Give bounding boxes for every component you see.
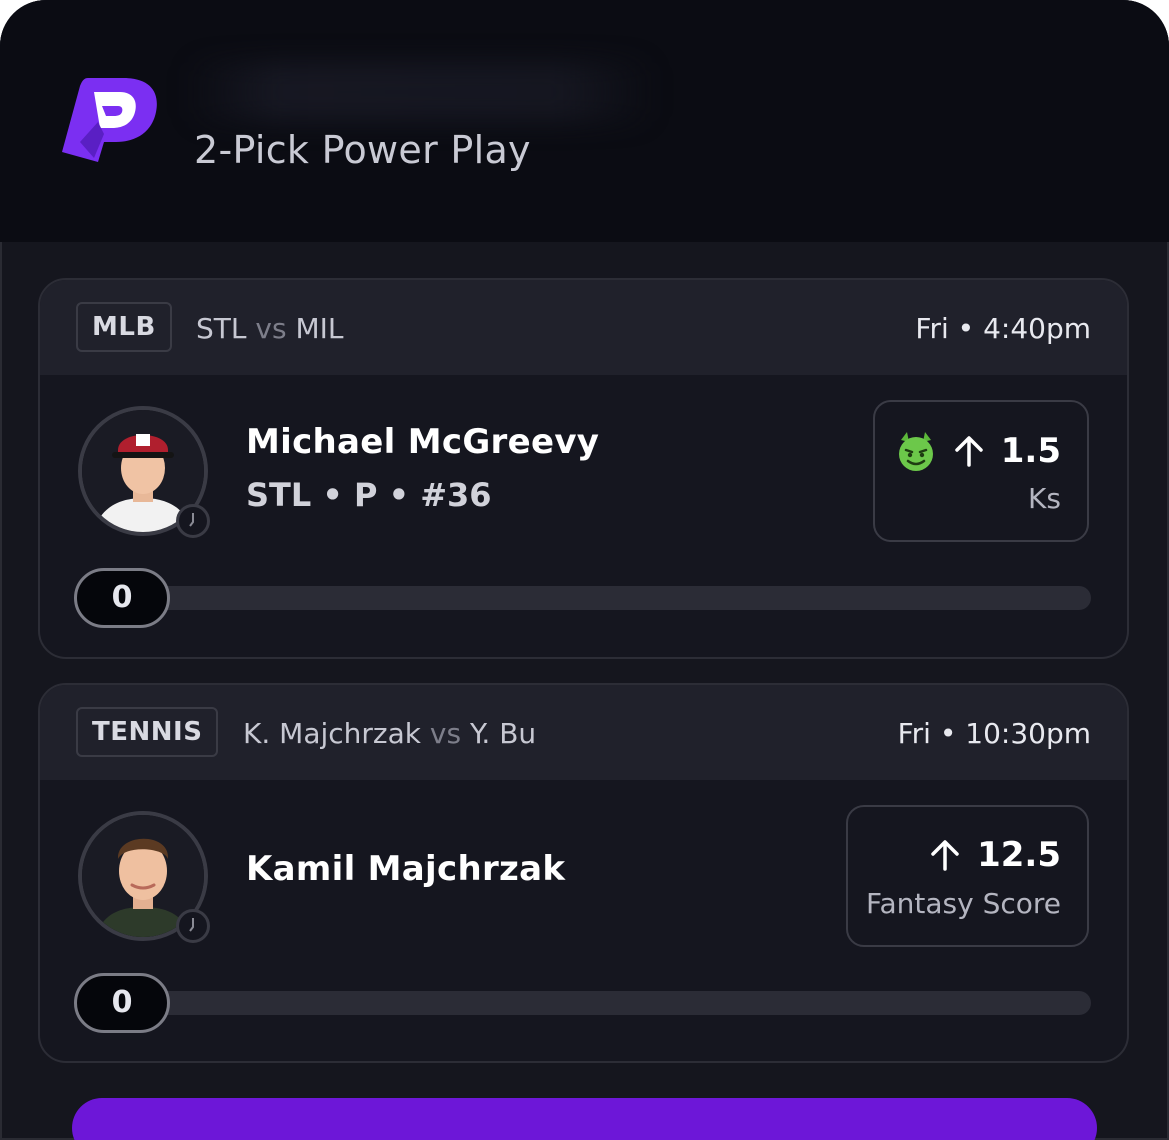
clock-icon <box>176 504 210 538</box>
game-time: Fri • 10:30pm <box>897 717 1091 750</box>
matchup: K. Majchrzak vs Y. Bu <box>243 717 536 750</box>
pick-card-header: MLB STL vs MIL Fri • 4:40pm <box>40 280 1127 375</box>
progress-track <box>76 586 1091 610</box>
stat-type: Ks <box>1028 482 1061 515</box>
vs-label: vs <box>429 717 462 750</box>
progress-track <box>76 991 1091 1015</box>
player-name: Michael McGreevy <box>246 422 600 462</box>
pick-card-mlb[interactable]: MLB STL vs MIL Fri • 4:40pm Michael McGr… <box>38 278 1129 659</box>
line-value: 12.5 <box>977 835 1061 875</box>
stat-type: Fantasy Score <box>865 887 1061 920</box>
line-value: 1.5 <box>1000 431 1061 471</box>
progress-value: 0 <box>74 568 170 628</box>
game-time: Fri • 4:40pm <box>915 312 1091 345</box>
progress-value: 0 <box>74 973 170 1033</box>
pick-card-tennis[interactable]: TENNIS K. Majchrzak vs Y. Bu Fri • 10:30… <box>38 683 1129 1063</box>
entry-title: 2-Pick Power Play <box>194 128 531 172</box>
home-player: K. Majchrzak <box>243 717 421 750</box>
entry-header: 2-Pick Power Play <box>0 0 1169 242</box>
projection-line: 1.5 <box>895 430 1061 472</box>
matchup: STL vs MIL <box>196 312 343 345</box>
clock-icon <box>176 909 210 943</box>
projection-box[interactable]: 1.5 Ks <box>873 400 1089 542</box>
pick-card-header: TENNIS K. Majchrzak vs Y. Bu Fri • 10:30… <box>40 685 1127 780</box>
blurred-entry-name <box>185 62 655 122</box>
devil-emoji-icon <box>898 432 933 471</box>
league-badge: MLB <box>76 302 172 352</box>
primary-action-button[interactable] <box>72 1098 1097 1140</box>
projection-line: 12.5 <box>927 835 1061 875</box>
home-team: STL <box>196 312 247 345</box>
league-badge: TENNIS <box>76 707 219 757</box>
away-player: Y. Bu <box>469 717 537 750</box>
projection-box[interactable]: 12.5 Fantasy Score <box>846 805 1089 947</box>
away-team: MIL <box>295 312 344 345</box>
entry-card-frame: 2-Pick Power Play MLB STL vs MIL Fri • 4… <box>0 0 1169 1140</box>
prizepicks-logo-icon <box>62 78 157 162</box>
arrow-up-icon <box>931 840 959 871</box>
vs-label: vs <box>255 312 287 345</box>
arrow-up-icon <box>955 436 983 467</box>
player-details: STL • P • #36 <box>246 476 492 514</box>
player-name: Kamil Majchrzak <box>246 849 566 889</box>
